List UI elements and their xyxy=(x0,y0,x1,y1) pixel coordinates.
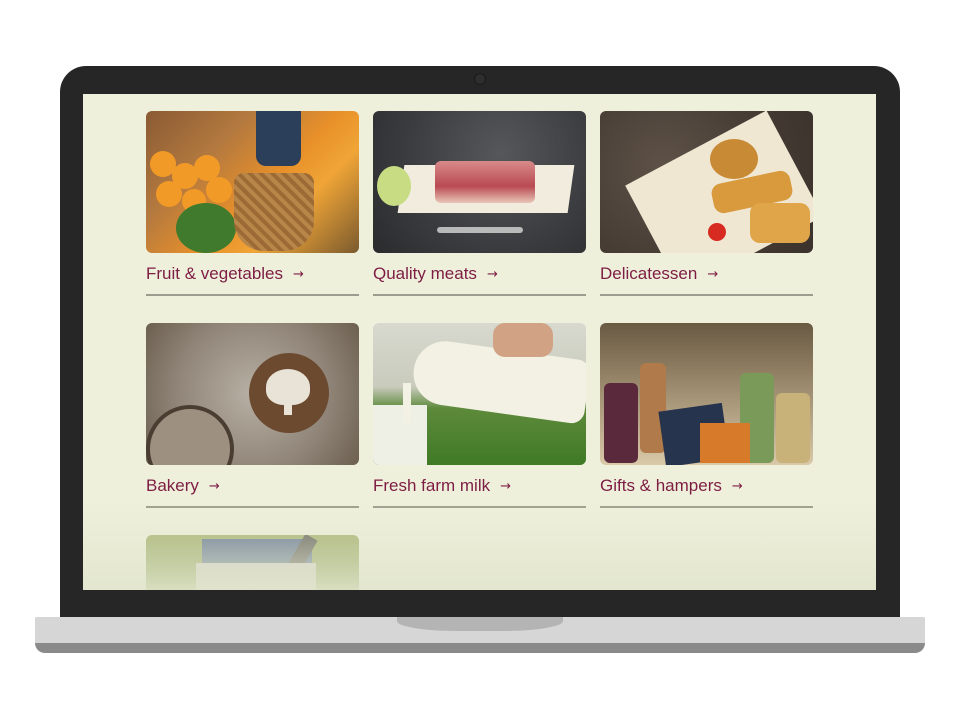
hamper-bag-image[interactable] xyxy=(146,535,359,590)
category-label: Bakery xyxy=(146,476,199,495)
arrow-right-icon: → xyxy=(707,266,719,282)
category-card-fruit-vegetables[interactable]: Fruit & vegetables → xyxy=(146,111,359,296)
category-label: Quality meats xyxy=(373,264,477,283)
arrow-right-icon: → xyxy=(293,266,304,282)
category-card-hampers[interactable] xyxy=(146,535,359,590)
category-card-quality-meats[interactable]: Quality meats → xyxy=(373,111,586,296)
category-card-fresh-farm-milk[interactable]: Fresh farm milk → xyxy=(373,323,586,508)
fruit-vegetables-image[interactable] xyxy=(146,111,359,253)
arrow-right-icon: → xyxy=(486,266,498,282)
gifts-hampers-image[interactable] xyxy=(600,323,813,465)
category-card-gifts-hampers[interactable]: Gifts & hampers → xyxy=(600,323,813,508)
arrow-right-icon: → xyxy=(731,478,743,494)
category-link[interactable]: Fresh farm milk → xyxy=(373,469,586,508)
webcam-icon xyxy=(474,73,486,85)
category-link[interactable]: Gifts & hampers → xyxy=(600,469,813,508)
category-link[interactable]: Fruit & vegetables → xyxy=(146,257,359,296)
fresh-farm-milk-image[interactable] xyxy=(373,323,586,465)
category-link[interactable]: Bakery → xyxy=(146,469,359,508)
quality-meats-image[interactable] xyxy=(373,111,586,253)
category-label: Gifts & hampers xyxy=(600,476,722,495)
category-label: Fruit & vegetables xyxy=(146,264,284,283)
category-label: Delicatessen xyxy=(600,264,698,283)
laptop-notch xyxy=(397,617,563,631)
laptop-base-bottom xyxy=(35,643,925,653)
category-label: Fresh farm milk xyxy=(373,476,491,495)
delicatessen-image[interactable] xyxy=(600,111,813,253)
arrow-right-icon: → xyxy=(500,478,512,494)
laptop-screen: Fruit & vegetables → Quality meats → Del… xyxy=(83,94,876,590)
category-link[interactable]: Quality meats → xyxy=(373,257,586,296)
category-card-bakery[interactable]: Bakery → xyxy=(146,323,359,508)
category-card-delicatessen[interactable]: Delicatessen → xyxy=(600,111,813,296)
category-link[interactable]: Delicatessen → xyxy=(600,257,813,296)
arrow-right-icon: → xyxy=(208,478,220,494)
bakery-image[interactable] xyxy=(146,323,359,465)
